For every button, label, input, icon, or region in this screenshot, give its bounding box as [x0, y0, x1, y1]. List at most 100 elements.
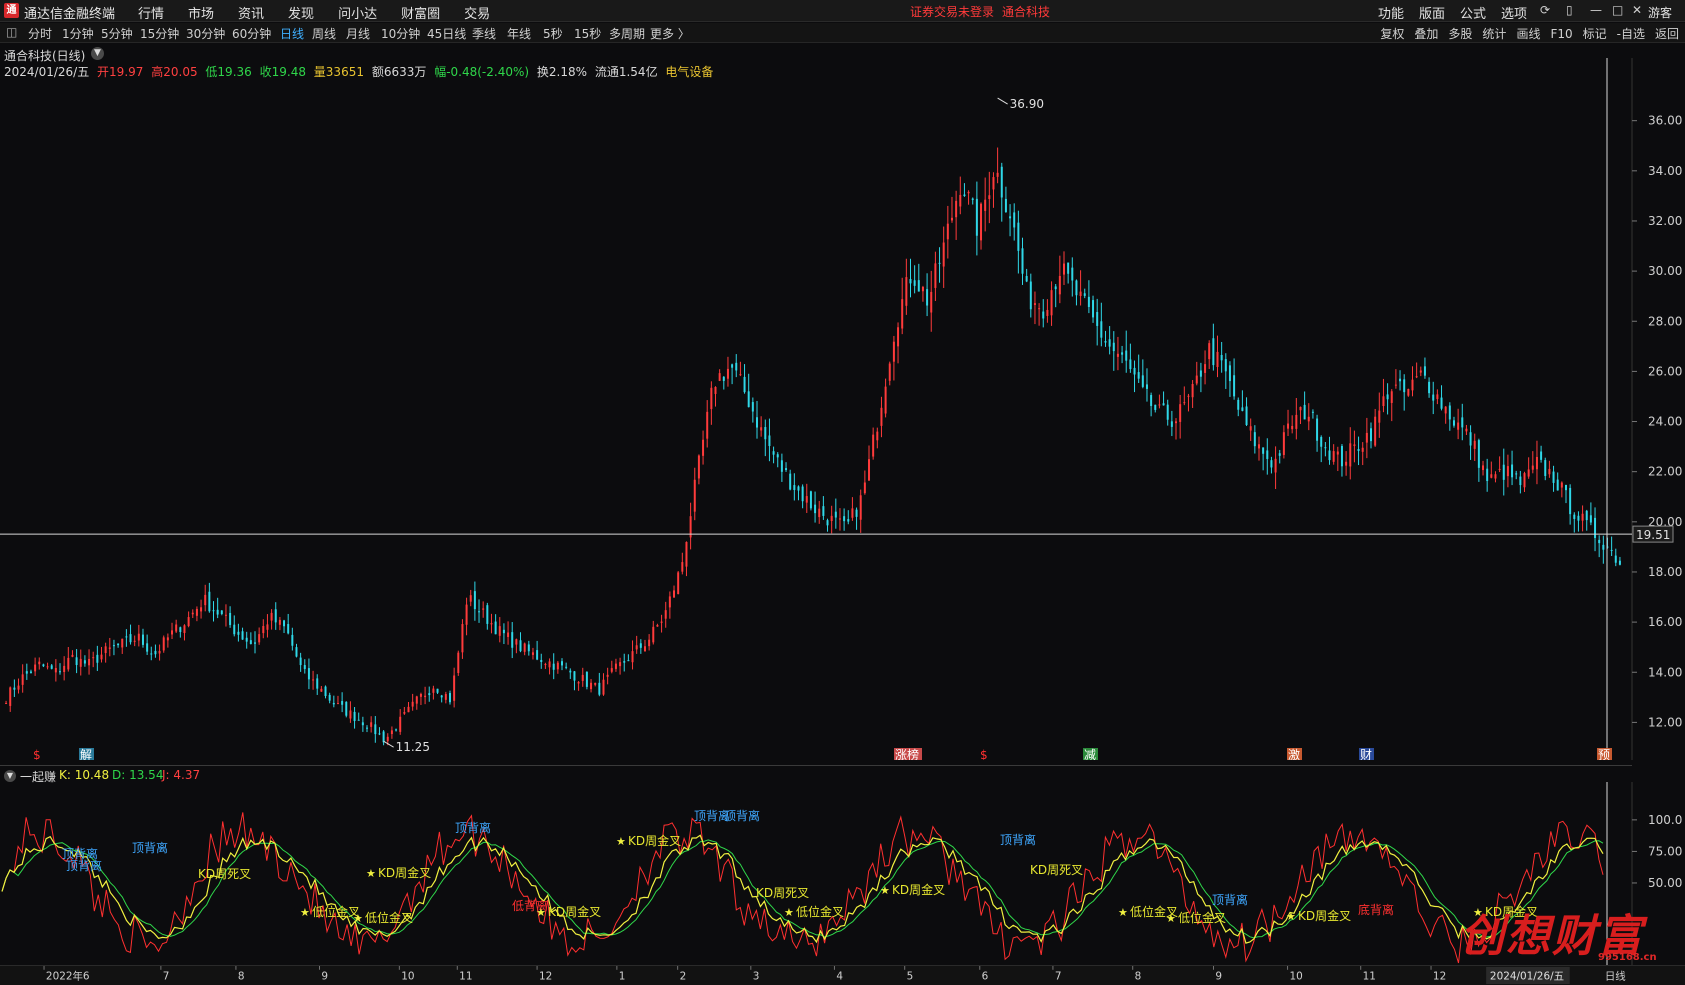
- tool-button-8[interactable]: 返回: [1655, 27, 1679, 41]
- period-tab-10[interactable]: 45日线: [427, 25, 466, 42]
- tool-button-6[interactable]: 标记: [1583, 27, 1607, 41]
- right-menu-item-0[interactable]: 功能: [1378, 7, 1404, 22]
- candle-body: [1038, 308, 1041, 310]
- date-tick-label: 10: [401, 970, 414, 982]
- period-tab-1[interactable]: 1分钟: [62, 25, 94, 42]
- candle-body: [29, 671, 32, 673]
- candle-body: [623, 661, 626, 663]
- candle-body: [884, 386, 887, 414]
- candle-body: [1096, 312, 1099, 326]
- period-tab-12[interactable]: 年线: [507, 25, 531, 42]
- indicator-annotations: 顶背离 顶背离顶背离KD周死叉★ 低位金叉★ 低位金叉★ KD周金叉顶背离低背离★ KD周…: [62, 808, 1538, 925]
- candle-body: [216, 609, 219, 615]
- candle-body: [1025, 275, 1028, 282]
- candle-body: [755, 417, 758, 428]
- period-tab-9[interactable]: 10分钟: [381, 25, 420, 42]
- menu-item-1[interactable]: 市场: [188, 7, 214, 22]
- candle-body: [1428, 381, 1431, 394]
- pane-divider[interactable]: [0, 765, 1632, 766]
- event-marker[interactable]: 预: [1598, 748, 1610, 760]
- candle-body: [1324, 447, 1327, 449]
- candle-body: [1423, 366, 1426, 376]
- candle-body: [843, 516, 846, 522]
- menu-item-3[interactable]: 发现: [288, 7, 314, 22]
- candle-body: [166, 637, 169, 641]
- tool-button-5[interactable]: F10: [1550, 27, 1572, 41]
- menu-item-0[interactable]: 行情: [138, 7, 164, 22]
- price-chart[interactable]: 12.0014.0016.0018.0020.0022.0024.0026.00…: [0, 58, 1685, 760]
- close-icon[interactable]: ✕: [1632, 3, 1642, 17]
- indicator-annotation: 低位金叉: [365, 910, 413, 925]
- menu-item-5[interactable]: 财富圈: [401, 7, 440, 22]
- candle-body: [245, 637, 248, 642]
- event-marker[interactable]: 解: [80, 748, 92, 760]
- candle-body: [1042, 311, 1045, 319]
- period-tab-0[interactable]: 分时: [28, 25, 52, 42]
- event-marker[interactable]: 涨榜: [895, 747, 919, 760]
- period-tab-2[interactable]: 5分钟: [101, 25, 133, 42]
- refresh-icon[interactable]: ⟳: [1540, 3, 1550, 17]
- phone-icon[interactable]: ▯: [1566, 3, 1573, 17]
- candle-body: [1291, 425, 1294, 430]
- period-tab-6[interactable]: 日线: [280, 25, 304, 42]
- candle-body: [648, 639, 651, 647]
- right-menu-item-2[interactable]: 公式: [1460, 7, 1486, 22]
- candle-body: [1166, 404, 1169, 420]
- candle-body: [527, 644, 530, 652]
- period-tab-13[interactable]: 5秒: [543, 25, 563, 42]
- candle-body: [751, 402, 754, 412]
- tool-button-1[interactable]: 叠加: [1414, 27, 1438, 41]
- candle-body: [1266, 450, 1269, 459]
- candle-body: [573, 671, 576, 681]
- right-menu-item-3[interactable]: 选项: [1501, 7, 1527, 22]
- event-marker[interactable]: 减: [1084, 748, 1096, 760]
- period-tab-7[interactable]: 周线: [312, 25, 336, 42]
- candle-body: [34, 664, 37, 672]
- candle-body: [697, 455, 700, 479]
- period-tab-5[interactable]: 60分钟: [232, 25, 271, 42]
- candle-body: [838, 518, 841, 520]
- candle-body: [1386, 394, 1389, 400]
- candle-body: [926, 289, 929, 306]
- candle-body: [1548, 468, 1551, 475]
- tool-button-3[interactable]: 统计: [1482, 27, 1506, 41]
- candle-body: [378, 733, 381, 735]
- event-marker[interactable]: $: [33, 748, 41, 760]
- event-marker[interactable]: 激: [1288, 748, 1300, 760]
- menu-item-6[interactable]: 交易: [464, 7, 490, 22]
- period-tab-14[interactable]: 15秒: [574, 25, 601, 42]
- tool-button-4[interactable]: 画线: [1516, 27, 1540, 41]
- maximize-icon[interactable]: □: [1612, 3, 1623, 17]
- period-tab-11[interactable]: 季线: [472, 25, 496, 42]
- menu-item-2[interactable]: 资讯: [238, 7, 264, 22]
- period-tab-4[interactable]: 30分钟: [186, 25, 225, 42]
- candle-body: [258, 634, 261, 643]
- indicator-chart[interactable]: 50.0075.00100.0顶背离 顶背离顶背离KD周死叉★ 低位金叉★ 低位金叉★…: [0, 782, 1685, 965]
- minimize-icon[interactable]: —: [1590, 3, 1602, 17]
- period-tab-16[interactable]: 更多 〉: [650, 25, 690, 42]
- chevron-down-icon[interactable]: ▼: [4, 770, 16, 782]
- period-tab-8[interactable]: 月线: [346, 25, 370, 42]
- candle-body: [320, 688, 323, 692]
- candle-body: [718, 373, 721, 381]
- event-marker[interactable]: 财: [1360, 748, 1372, 760]
- period-tab-15[interactable]: 多周期: [609, 25, 645, 42]
- price-tick-label: 12.00: [1648, 715, 1682, 729]
- guest-label[interactable]: 游客: [1648, 4, 1672, 21]
- tool-button-0[interactable]: 复权: [1380, 27, 1404, 41]
- candle-body: [453, 675, 456, 701]
- login-notice[interactable]: 证券交易未登录: [910, 3, 994, 20]
- candle-body: [1112, 342, 1115, 352]
- candle-body: [332, 702, 335, 705]
- candle-body: [631, 651, 634, 663]
- right-menu-item-1[interactable]: 版面: [1419, 7, 1445, 22]
- menu-item-4[interactable]: 问小达: [338, 7, 377, 22]
- event-marker[interactable]: $: [980, 748, 988, 760]
- period-label[interactable]: 日线: [1605, 969, 1626, 982]
- period-tab-3[interactable]: 15分钟: [140, 25, 179, 42]
- candle-body: [241, 631, 244, 640]
- tool-button-7[interactable]: -自选: [1617, 27, 1645, 41]
- sidebar-toggle-icon[interactable]: ◫: [6, 25, 17, 39]
- tool-button-2[interactable]: 多股: [1448, 27, 1472, 41]
- watermark-url: 995168.cn: [1598, 952, 1657, 963]
